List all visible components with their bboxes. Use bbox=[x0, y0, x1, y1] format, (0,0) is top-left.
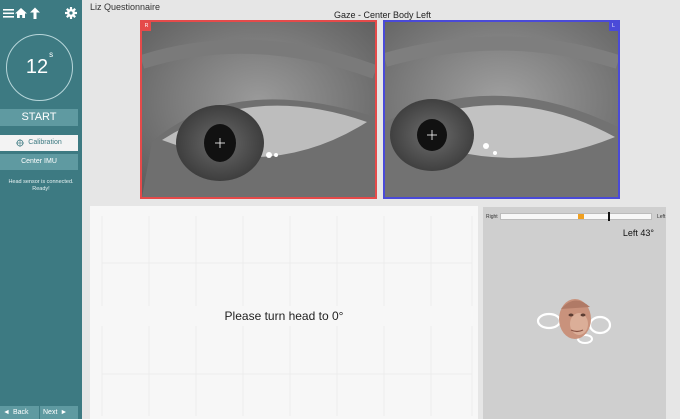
left-eye-video: L bbox=[383, 20, 620, 199]
right-eye-tag: R bbox=[142, 22, 151, 31]
page-title: Liz Questionnaire bbox=[90, 2, 161, 12]
instruction-message: Please turn head to 0° bbox=[224, 309, 344, 323]
next-button[interactable]: Next ► bbox=[40, 406, 78, 419]
right-eye-image bbox=[142, 22, 375, 197]
right-eye-video: R bbox=[140, 20, 377, 199]
status-line-connected: Head sensor is connected. bbox=[8, 179, 74, 185]
head-avatar bbox=[536, 299, 612, 344]
calibration-label: Calibration bbox=[28, 139, 62, 146]
timer-value: 12s bbox=[25, 50, 54, 78]
next-label: Next bbox=[43, 409, 58, 416]
status-text: Head sensor is connected. Ready! bbox=[2, 179, 80, 193]
home-icon[interactable] bbox=[14, 6, 28, 20]
status-line-ready: Ready! bbox=[32, 186, 50, 192]
app-window: 12s START Calibration Center IMU Head se… bbox=[0, 0, 680, 419]
graph-panel: Please turn head to 0° bbox=[90, 206, 478, 419]
head-angle-gauge bbox=[500, 212, 652, 221]
head-angle-readout: Left 43° bbox=[622, 228, 654, 238]
test-subtitle: Gaze - Center Body Left bbox=[334, 10, 432, 20]
chevron-right-icon: ► bbox=[60, 409, 68, 416]
back-button[interactable]: ◄ Back bbox=[0, 406, 39, 419]
center-imu-button[interactable]: Center IMU bbox=[0, 154, 78, 170]
upload-arrow-icon[interactable] bbox=[28, 6, 42, 20]
navigation-bar: ◄ Back Next ► bbox=[0, 406, 82, 419]
start-button[interactable]: START bbox=[0, 109, 78, 126]
left-eye-tag: L bbox=[609, 22, 618, 31]
toolbar bbox=[2, 6, 80, 22]
gear-icon[interactable] bbox=[64, 6, 78, 20]
gauge-left-label: Left bbox=[657, 214, 666, 220]
head-position-panel: Right Left Left 43° bbox=[483, 207, 666, 419]
calibration-button[interactable]: Calibration bbox=[0, 135, 78, 151]
bottom-graph-grid bbox=[101, 326, 473, 416]
timer-unit: s bbox=[49, 50, 54, 59]
chevron-left-icon: ◄ bbox=[3, 409, 10, 416]
timer-dial: 12s bbox=[6, 34, 73, 101]
sidebar: 12s START Calibration Center IMU Head se… bbox=[0, 0, 82, 419]
gauge-current-marker bbox=[607, 212, 610, 221]
left-eye-image bbox=[385, 22, 618, 197]
top-graph-grid bbox=[101, 216, 473, 306]
back-label: Back bbox=[12, 409, 29, 416]
gauge-right-label: Right bbox=[486, 214, 498, 220]
crosshair-icon bbox=[16, 139, 25, 147]
gauge-target-marker bbox=[577, 214, 584, 219]
